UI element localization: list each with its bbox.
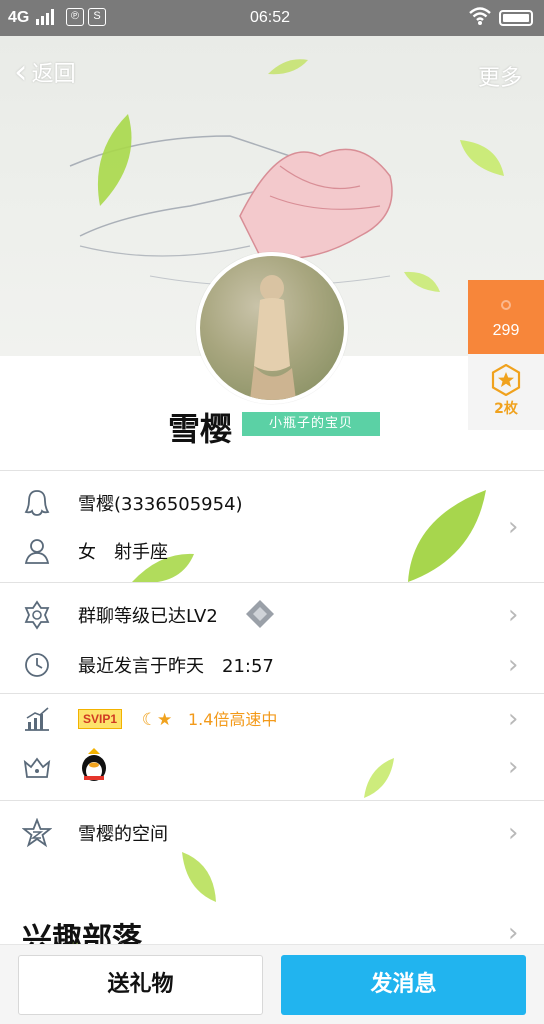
back-label: 返回 [31,62,76,87]
group-level: 群聊等级已达LV2 [78,606,218,627]
medal-badge[interactable]: 2枚 [468,354,544,430]
back-button[interactable]: ‹ 返回 [14,52,76,92]
leaf-icon [268,59,308,75]
gender-sign: 女 射手座 [78,542,168,563]
medal-icon [491,364,521,396]
row-gender[interactable]: 女 射手座 › [0,512,544,574]
chevron-left-icon: ‹ [14,52,28,92]
hd-icon: ℗ [66,8,84,26]
leaf-icon [182,852,216,902]
score-badge[interactable]: 299 [468,280,544,354]
battery-icon [499,10,533,26]
profile-name: 雪樱 [168,410,233,448]
send-message-button[interactable]: 发消息 [281,955,526,1015]
gear-star-icon [24,600,50,630]
wifi-icon [468,6,492,31]
divider [0,470,544,471]
leaf-icon [404,271,440,292]
space-link: 雪樱的空间 [78,824,168,845]
moon-star-icon: ☾★ [141,710,173,730]
chevron-right-icon: › [508,704,519,734]
row-last-speak[interactable]: 最近发言于昨天 21:57 › [0,640,544,688]
diamond-level-icon [246,600,274,628]
signal-icon [36,9,58,30]
last-speak: 最近发言于昨天 21:57 [78,656,274,677]
svip-speed: 1.4倍高速中 [187,710,278,729]
s-icon: S [88,8,106,26]
nickname-badge[interactable]: 小瓶子的宝贝 [242,412,380,436]
qq-number: 雪樱(3336505954) [78,494,243,515]
avatar-figure [250,275,296,400]
chevron-right-icon: › [508,818,519,848]
growth-chart-icon [25,707,49,731]
qzone-star-icon [22,818,52,848]
chevron-right-icon: › [508,512,519,542]
avatar[interactable] [196,252,348,404]
score-value: 299 [492,322,520,339]
send-gift-button[interactable]: 送礼物 [18,955,263,1015]
divider [0,800,544,801]
chevron-right-icon: › [508,600,519,630]
clock-icon [25,653,49,677]
row-qq-number[interactable]: 雪樱(3336505954) [0,478,544,526]
person-icon [24,539,50,564]
praise-icon [501,300,511,310]
svip-badge: SVIP1 [78,709,123,729]
row-space[interactable]: 雪樱的空间 › [0,808,544,856]
row-svip[interactable]: SVIP1 ☾★ 1.4倍高速中 › [0,694,544,742]
network-type: 4G [8,9,30,26]
more-button[interactable]: 更多 [478,60,522,92]
leaf-icon [460,140,504,176]
bottom-action-bar: 送礼物 发消息 [0,944,544,1024]
penguin-avatar-icon [82,748,106,781]
chevron-right-icon: › [508,752,519,782]
chevron-right-icon: › [508,650,519,680]
divider [0,582,544,583]
leaf-icon [97,114,132,206]
medal-count: 2枚 [494,401,518,417]
status-bar: 4G ℗ S 06:52 [0,0,544,36]
row-group-level[interactable]: 群聊等级已达LV2 › [0,590,544,638]
penguin-icon [24,490,50,516]
crown-icon [23,757,51,778]
row-crown[interactable]: › [0,742,544,790]
clock: 06:52 [250,9,291,26]
